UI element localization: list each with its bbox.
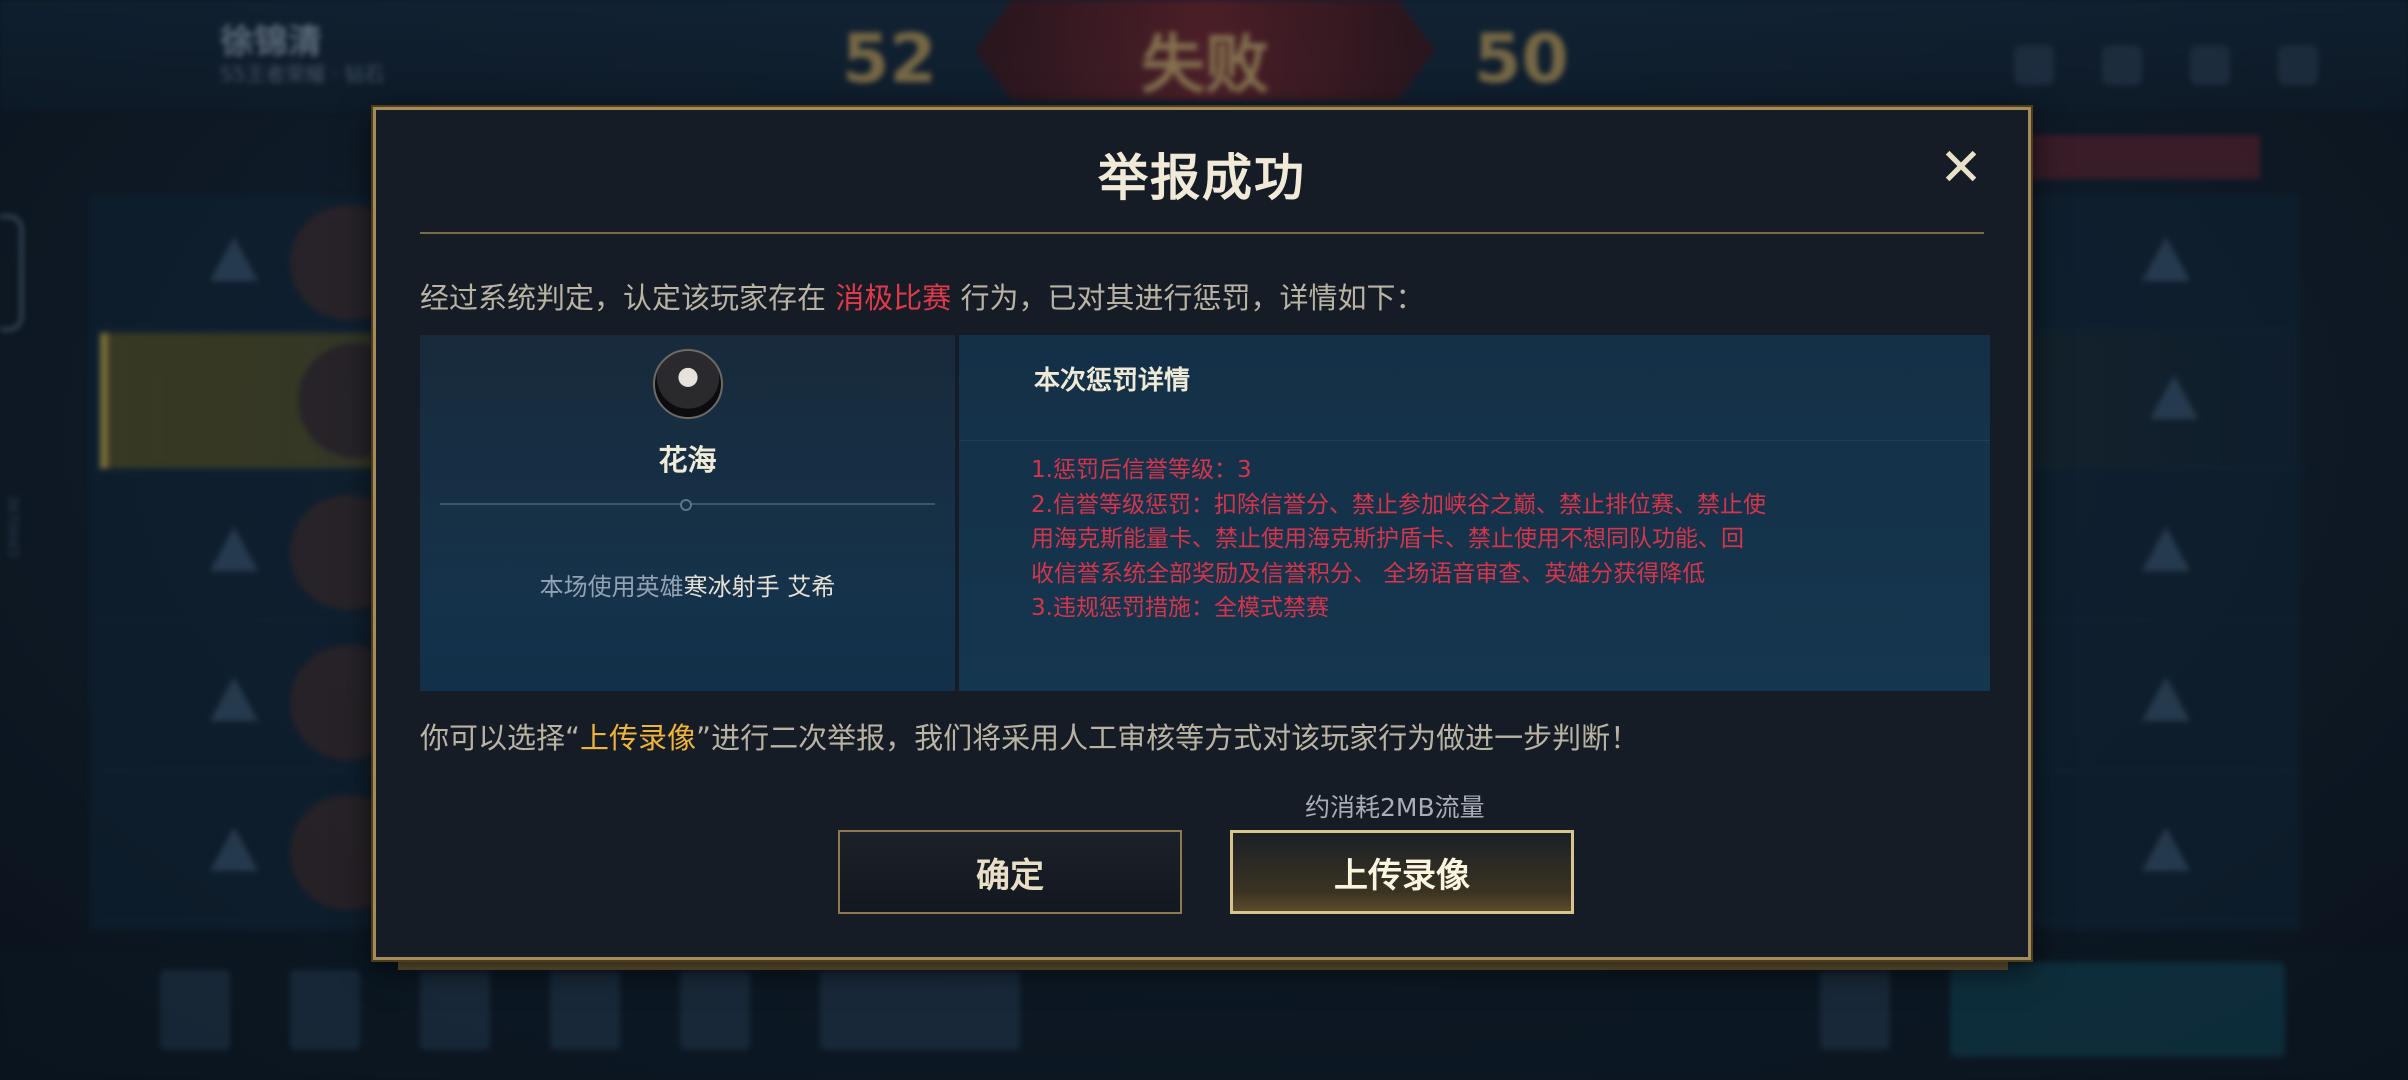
traffic-note: 约消耗2MB流量: [1305, 793, 1485, 822]
background-score-right: 50: [1474, 20, 1569, 99]
like-icon: [2142, 677, 2190, 721]
divider-dot: [680, 499, 692, 511]
like-icon: [210, 237, 258, 281]
background-bottom-icon: [290, 970, 360, 1050]
second-report-before: 你可以选择“: [420, 721, 581, 755]
background-icon: [2014, 45, 2054, 85]
like-icon: [210, 527, 258, 571]
hero-value: 寒冰射手 艾希: [683, 573, 836, 601]
background-top-bar: 徐锦清 S5王者荣耀 · 钻石 52 失败 50: [0, 0, 2408, 110]
violation-type: 消极比赛: [835, 281, 952, 315]
background-player-name: 徐锦清: [220, 22, 322, 62]
verdict-text-before: 经过系统判定，认定该玩家存在: [420, 281, 827, 315]
background-left-tab: [0, 215, 23, 331]
verdict-text: 经过系统判定，认定该玩家存在 消极比赛 行为，已对其进行惩罚，详情如下：: [420, 275, 1424, 317]
like-icon: [210, 677, 258, 721]
background-bottom-info: [820, 970, 1020, 1050]
close-icon[interactable]: ✕: [1939, 142, 1983, 194]
reported-player-card: 花海 本场使用英雄寒冰射手 艾希: [420, 335, 955, 691]
like-icon: [2142, 527, 2190, 571]
background-score-left: 52: [842, 20, 937, 99]
confirm-button[interactable]: 确定: [838, 830, 1182, 914]
penalty-title: 本次惩罚详情: [1034, 366, 1191, 396]
like-icon: [2142, 237, 2190, 281]
penalty-line: 用海克斯能量卡、禁止使用海克斯护盾卡、禁止使用不想同队功能、回: [1031, 526, 1744, 552]
penalty-line: 1.惩罚后信誉等级：3: [1031, 457, 1252, 483]
second-report-after: ”进行二次举报，我们将采用人工审核等方式对该玩家行为做进一步判断！: [696, 721, 1640, 755]
background-bottom-icon: [1820, 970, 1890, 1050]
report-success-dialog: 举报成功 ✕ 经过系统判定，认定该玩家存在 消极比赛 行为，已对其进行惩罚，详情…: [373, 107, 2031, 960]
second-report-text: 你可以选择“上传录像”进行二次举报，我们将采用人工审核等方式对该玩家行为做进一步…: [420, 715, 1639, 757]
background-result-text: 失败: [1141, 29, 1269, 103]
like-icon: [2150, 375, 2198, 419]
like-icon: [210, 827, 258, 871]
verdict-text-after: 行为，已对其进行惩罚，详情如下：: [960, 281, 1425, 315]
penalty-details-card: 本次惩罚详情 1.惩罚后信誉等级：3 2.信誉等级惩罚：扣除信誉分、禁止参加峡谷…: [959, 335, 1990, 691]
penalty-list: 1.惩罚后信誉等级：3 2.信誉等级惩罚：扣除信誉分、禁止参加峡谷之巅、禁止排位…: [1031, 453, 1791, 626]
hero-used: 本场使用英雄寒冰射手 艾希: [420, 567, 955, 602]
background-bottom-icon: [550, 970, 620, 1050]
background-side-text: 3670043: [4, 495, 20, 558]
background-continue-button: [1950, 962, 2285, 1057]
penalty-line: 2.信誉等级惩罚：扣除信誉分、禁止参加峡谷之巅、禁止排位赛、禁止使: [1031, 491, 1766, 518]
background-result-banner: 失败: [975, 0, 1435, 100]
upload-replay-button[interactable]: 上传录像: [1230, 830, 1574, 914]
title-divider: [420, 232, 1984, 234]
player-avatar: [653, 349, 723, 419]
dialog-title: 举报成功: [1098, 149, 1306, 207]
background-top-icons: [2014, 45, 2318, 85]
background-icon: [2102, 45, 2142, 85]
penalty-line: 收信誉系统全部奖励及信誉积分、 全场语音审查、英雄分获得降低: [1031, 560, 1706, 587]
penalty-separator: [959, 440, 1990, 441]
penalty-line: 3.违规惩罚措施：全模式禁赛: [1031, 595, 1329, 621]
upload-replay-highlight: 上传录像: [580, 721, 697, 755]
background-icon: [2190, 45, 2230, 85]
background-bottom-icon: [420, 970, 490, 1050]
like-icon: [2142, 827, 2190, 871]
background-icon: [2278, 45, 2318, 85]
background-bottom-icon: [160, 970, 230, 1050]
player-name: 花海: [658, 443, 717, 477]
background-bottom-icon: [680, 970, 750, 1050]
background-player-sub: S5王者荣耀 · 钻石: [220, 62, 385, 86]
hero-label: 本场使用英雄: [539, 573, 684, 601]
